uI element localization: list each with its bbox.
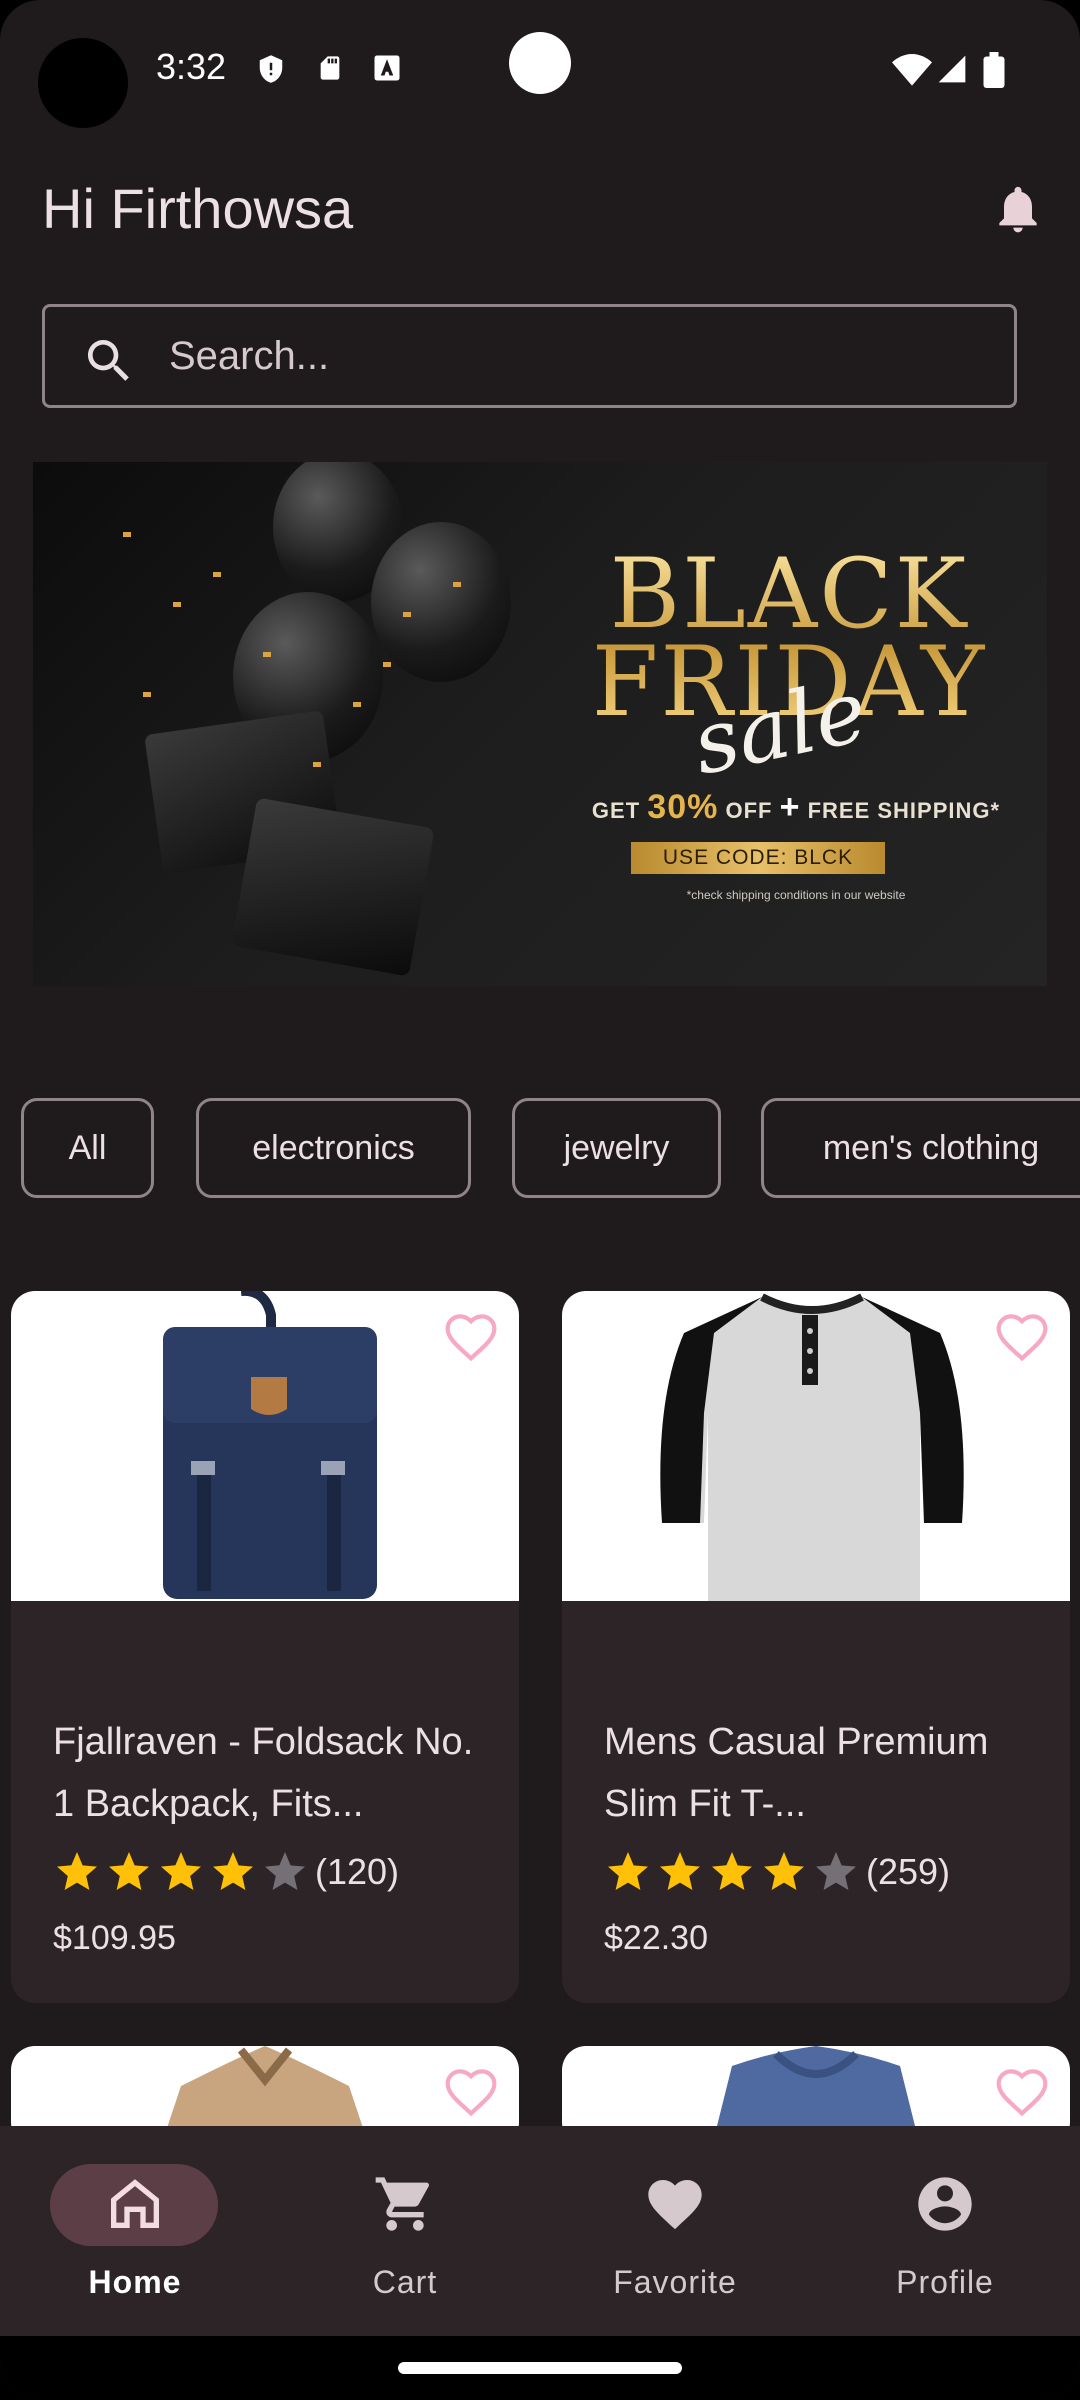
star-icon <box>764 1852 804 1890</box>
confetti <box>213 572 221 577</box>
star-icon <box>712 1852 752 1890</box>
star-icon <box>161 1852 201 1890</box>
favorite-outline-icon[interactable] <box>443 1311 499 1367</box>
product-price: $22.30 <box>604 1919 708 1957</box>
wifi-icon <box>892 54 932 86</box>
nav-item-favorite[interactable]: Favorite <box>540 2126 810 2336</box>
status-time: 3:32 <box>156 46 227 87</box>
offer-suffix: OFF <box>725 798 773 823</box>
rating-count: (259) <box>866 1851 951 1892</box>
product-card[interactable]: Fjallraven - Foldsack No. 1 Backpack, Fi… <box>11 1291 519 2003</box>
confetti <box>263 652 271 657</box>
nav-item-profile[interactable]: Profile <box>810 2126 1080 2336</box>
greeting-title: Hi Firthowsa <box>42 177 354 240</box>
front-camera <box>509 32 571 94</box>
product-title: Mens Casual Premium Slim Fit T-... <box>604 1721 989 1825</box>
rating-stars: (120) <box>53 1847 399 1897</box>
offer-plus: + <box>779 788 801 826</box>
confetti <box>353 702 361 707</box>
nav-item-home[interactable]: Home <box>0 2126 270 2336</box>
chip-mens-clothing[interactable]: men's clothing <box>761 1098 1080 1198</box>
sd-card-icon <box>320 56 340 80</box>
offer-prefix: GET <box>591 798 641 823</box>
promo-banner[interactable]: BLACK FRIDAY sale GET 30% OFF + FREE SHI… <box>33 462 1047 986</box>
search-bar[interactable] <box>42 304 1017 408</box>
camera-indicator <box>38 38 128 128</box>
banner-note: *check shipping conditions in our websit… <box>686 888 906 902</box>
star-icon <box>109 1852 149 1890</box>
cart-icon <box>375 2177 429 2231</box>
confetti <box>143 692 151 697</box>
balloon-graphic <box>371 522 511 682</box>
shield-icon <box>259 55 283 83</box>
signal-icon <box>938 55 966 83</box>
heart-icon <box>648 2180 702 2230</box>
confetti <box>123 532 131 537</box>
offer-percent: 30% <box>647 788 719 826</box>
confetti <box>313 762 321 767</box>
confetti <box>173 602 181 607</box>
gesture-bar <box>0 2336 1080 2400</box>
nav-item-cart[interactable]: Cart <box>270 2126 540 2336</box>
chip-all[interactable]: All <box>21 1098 154 1198</box>
favorite-outline-icon[interactable] <box>994 1311 1050 1367</box>
confetti <box>383 662 391 667</box>
favorite-outline-icon[interactable] <box>994 2066 1050 2122</box>
battery-icon <box>983 52 1005 88</box>
rating-count: (120) <box>315 1851 400 1892</box>
nav-label-profile: Profile <box>896 2264 994 2300</box>
category-chips: All electronics jewelry men's clothing <box>21 1098 1080 1198</box>
notification-bell-icon[interactable] <box>990 180 1046 238</box>
search-icon <box>88 340 129 381</box>
nav-label-home: Home <box>88 2264 182 2300</box>
status-bar: 3:32 <box>0 0 1080 130</box>
home-icon <box>111 2179 159 2228</box>
confetti <box>453 582 461 587</box>
app-screen: 3:32 Hi Firthowsa BLACK FRIDAY sale <box>0 0 1080 2400</box>
star-empty-icon <box>816 1852 856 1890</box>
bottom-navigation: Home Cart Favorite Profile <box>0 2126 1080 2336</box>
chip-jewelry[interactable]: jewelry <box>512 1098 721 1198</box>
banner-offer: GET 30% OFF + FREE SHIPPING* <box>581 788 1011 827</box>
product-title: Fjallraven - Foldsack No. 1 Backpack, Fi… <box>53 1721 474 1825</box>
chip-electronics[interactable]: electronics <box>196 1098 471 1198</box>
star-empty-icon <box>265 1852 305 1890</box>
nav-label-cart: Cart <box>372 2264 438 2300</box>
star-icon <box>660 1852 700 1890</box>
star-icon <box>213 1852 253 1890</box>
star-icon <box>57 1852 97 1890</box>
nav-label-favorite: Favorite <box>613 2264 737 2300</box>
home-gesture-handle[interactable] <box>398 2362 682 2374</box>
account-icon <box>918 2177 972 2231</box>
product-card[interactable]: Mens Casual Premium Slim Fit T-... (259)… <box>562 1291 1070 2003</box>
keyboard-a-icon <box>374 55 400 81</box>
star-icon <box>608 1852 648 1890</box>
product-price: $109.95 <box>53 1919 176 1957</box>
favorite-outline-icon[interactable] <box>443 2066 499 2122</box>
search-input[interactable] <box>169 325 989 387</box>
banner-code: USE CODE: BLCK <box>631 842 885 874</box>
gift-box-graphic <box>231 797 435 977</box>
confetti <box>403 612 411 617</box>
rating-stars: (259) <box>604 1847 950 1897</box>
offer-shipping: FREE SHIPPING* <box>807 798 1001 823</box>
